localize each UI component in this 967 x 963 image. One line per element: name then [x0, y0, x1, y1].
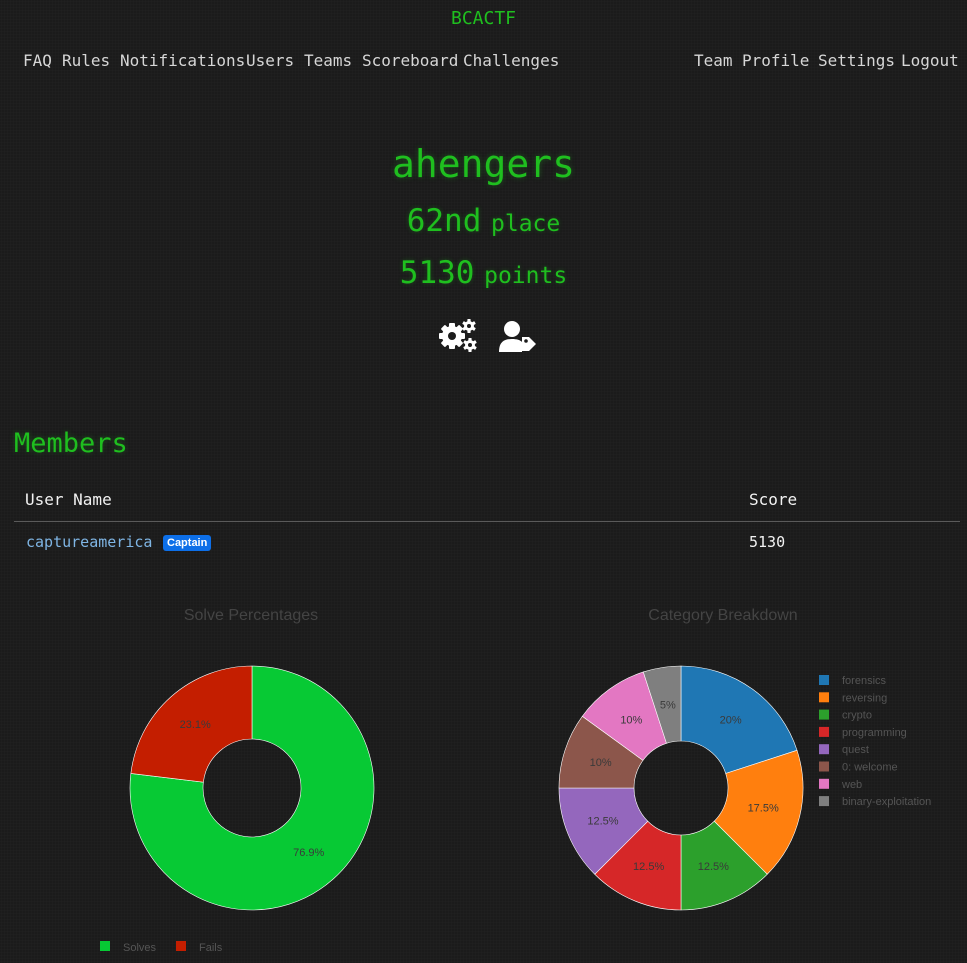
nav-notifications[interactable]: Notifications: [120, 51, 245, 70]
slice-label-solves: 76.9%: [293, 847, 324, 859]
member-score: 5130: [749, 533, 786, 551]
brand-title[interactable]: BCACTF: [0, 8, 967, 29]
member-username-link[interactable]: captureamerica: [26, 533, 152, 551]
user-tag-icon[interactable]: [498, 320, 538, 354]
legend-label-forensics[interactable]: forensics: [842, 675, 887, 687]
nav-users[interactable]: Users: [246, 51, 294, 70]
legend-label-reversing[interactable]: reversing: [842, 692, 887, 704]
legend-swatch-crypto[interactable]: [819, 709, 829, 720]
points-value: 5130: [399, 255, 475, 291]
points-label: points: [484, 263, 568, 289]
chart-title-categories: Category Breakdown: [648, 607, 798, 624]
slice-label-web: 10%: [620, 715, 642, 727]
captain-badge: Captain: [163, 535, 212, 551]
team-place: 62nd place: [0, 203, 967, 239]
nav-profile[interactable]: Profile: [742, 51, 809, 70]
table-divider: [14, 521, 960, 522]
nav-logout[interactable]: Logout: [901, 51, 959, 70]
legend-label-solves[interactable]: Solves: [123, 942, 157, 954]
column-header-score[interactable]: Score: [749, 490, 797, 509]
slice-label-quest: 12.5%: [587, 815, 618, 827]
legend-swatch-forensics[interactable]: [819, 675, 829, 685]
team-name: ahengers: [391, 142, 576, 186]
solve-percentages-chart: 76.9% 23.1% Solves Fails: [100, 665, 375, 954]
legend-swatch-fails[interactable]: [176, 941, 186, 951]
slice-label-forensics: 20%: [720, 715, 742, 727]
legend-label-crypto[interactable]: crypto: [842, 710, 872, 722]
legend-label-fails[interactable]: Fails: [199, 942, 223, 954]
slice-label-0-welcome: 10%: [590, 757, 612, 769]
legend-swatch-0-welcome[interactable]: [819, 761, 829, 772]
slice-label-crypto: 12.5%: [698, 861, 729, 873]
place-label: place: [491, 211, 561, 237]
nav-faq[interactable]: FAQ: [23, 51, 52, 70]
team-actions: [438, 318, 538, 358]
top-nav: FAQ Rules Notifications Users Teams Scor…: [0, 51, 967, 73]
legend-label-binary-exploitation[interactable]: binary-exploitation: [842, 796, 931, 808]
team-points: 5130 points: [0, 255, 967, 291]
chart-title-solves: Solve Percentages: [183, 607, 319, 624]
legend-swatch-web[interactable]: [819, 778, 829, 789]
settings-gears-icon[interactable]: [438, 318, 478, 354]
slice-label-fails: 23.1%: [180, 719, 211, 731]
nav-rules[interactable]: Rules: [62, 51, 110, 70]
nav-challenges[interactable]: Challenges: [463, 51, 559, 70]
place-value: 62nd: [406, 203, 482, 239]
nav-teams[interactable]: Teams: [304, 51, 352, 70]
legend-label-web[interactable]: web: [841, 779, 862, 791]
legend-label-programming[interactable]: programming: [842, 727, 907, 739]
nav-scoreboard[interactable]: Scoreboard: [362, 51, 458, 70]
legend-label-quest[interactable]: quest: [842, 744, 869, 756]
members-heading: Members: [14, 428, 128, 459]
legend-swatch-quest[interactable]: [819, 744, 829, 755]
slice-label-binary-exploitation: 5%: [660, 700, 676, 712]
slice-label-programming: 12.5%: [633, 861, 664, 873]
legend-swatch-binary-exploitation[interactable]: [819, 796, 829, 807]
legend-swatch-solves[interactable]: [100, 941, 110, 951]
category-breakdown-chart: 20% 17.5% 12.5% 12.5% 12.5% 10% 10% 5% forensics…: [558, 665, 931, 911]
nav-team[interactable]: Team: [694, 51, 733, 70]
legend-swatch-programming[interactable]: [819, 726, 829, 737]
legend-label-0-welcome[interactable]: 0: welcome: [842, 762, 898, 774]
column-header-user-name[interactable]: User Name: [25, 490, 112, 509]
slice-label-reversing: 17.5%: [748, 803, 779, 815]
legend-swatch-reversing[interactable]: [819, 692, 829, 703]
nav-settings[interactable]: Settings: [818, 51, 895, 70]
